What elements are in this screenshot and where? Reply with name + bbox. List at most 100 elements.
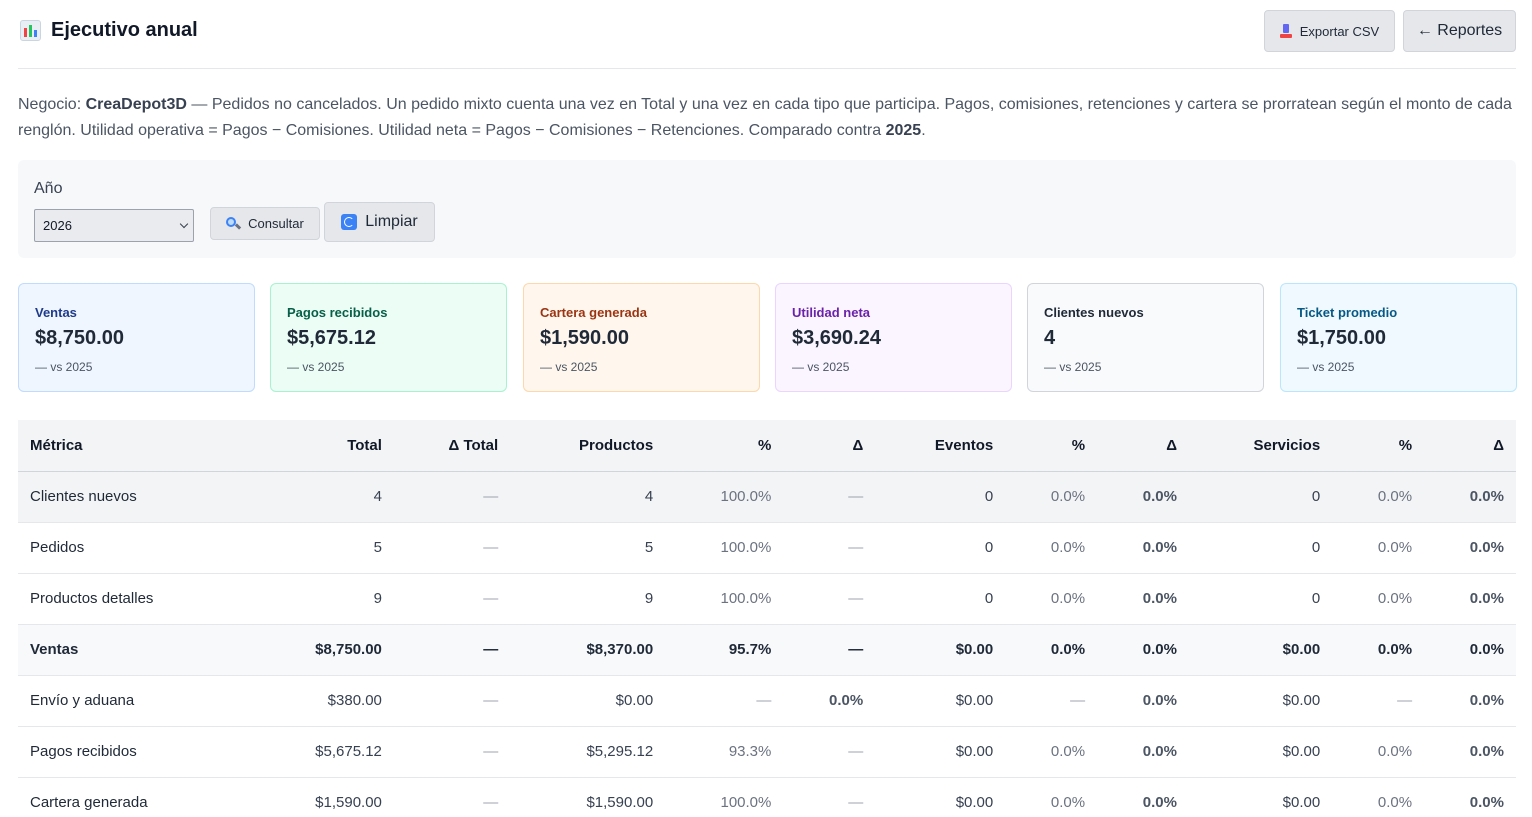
kpi-card-value: $1,750.00 bbox=[1297, 327, 1386, 349]
kpi-card-comparison: — vs 2025 bbox=[287, 360, 345, 374]
table-cell: Pedidos bbox=[18, 522, 251, 574]
table-cell: $380.00 bbox=[250, 675, 394, 727]
table-cell: $1,590.00 bbox=[510, 777, 666, 817]
table-cell: $0.00 bbox=[875, 675, 1006, 727]
table-cell: $0.00 bbox=[1188, 777, 1333, 817]
export-csv-button[interactable]: Exportar CSV bbox=[1264, 10, 1395, 52]
table-cell: $0.00 bbox=[1188, 726, 1333, 778]
description-text: — Pedidos no cancelados. Un pedido mixto… bbox=[18, 96, 1512, 139]
table-cell: 0.0% bbox=[1097, 624, 1189, 676]
table-cell: 0.0% bbox=[1424, 573, 1516, 625]
page-title: Ejecutivo anual bbox=[20, 19, 198, 42]
table-cell: Pagos recibidos bbox=[18, 726, 251, 778]
kpi-card-pagos-recibidos: Pagos recibidos $5,675.12 — vs 2025 bbox=[270, 283, 507, 392]
limpiar-label: Limpiar bbox=[365, 213, 418, 230]
consultar-button[interactable]: Consultar bbox=[210, 207, 320, 240]
table-cell: 5 bbox=[250, 522, 394, 574]
column-header: % bbox=[665, 420, 784, 472]
kpi-card-value: $3,690.24 bbox=[792, 327, 881, 349]
table-cell: Cartera generada bbox=[18, 777, 251, 817]
kpi-card-title: Clientes nuevos bbox=[1044, 305, 1144, 320]
table-cell: 95.7% bbox=[665, 624, 784, 676]
table-cell: 0.0% bbox=[1005, 624, 1098, 676]
table-cell: — bbox=[783, 624, 876, 676]
back-to-reportes-button[interactable]: ← Reportes bbox=[1403, 10, 1516, 52]
filter-panel: Año 2026 Consultar Limpiar bbox=[18, 160, 1516, 258]
table-cell: 0.0% bbox=[1424, 675, 1516, 727]
kpi-card-title: Ticket promedio bbox=[1297, 305, 1398, 320]
table-cell: — bbox=[393, 522, 511, 574]
table-cell: 0 bbox=[1188, 471, 1333, 523]
table-cell: 0.0% bbox=[1332, 624, 1425, 676]
table-cell: $0.00 bbox=[1188, 675, 1333, 727]
table-cell: Productos detalles bbox=[18, 573, 251, 625]
kpi-card-comparison: — vs 2025 bbox=[1297, 360, 1355, 374]
table-cell: $5,295.12 bbox=[510, 726, 666, 778]
limpiar-button[interactable]: Limpiar bbox=[324, 202, 435, 242]
kpi-card-ventas: Ventas $8,750.00 — vs 2025 bbox=[18, 283, 255, 392]
refresh-icon bbox=[341, 214, 358, 230]
table-cell: 0.0% bbox=[1097, 522, 1189, 574]
table-cell: 0 bbox=[1188, 573, 1333, 625]
table-cell: Ventas bbox=[18, 624, 251, 676]
metrics-table: Métrica Total Δ Total Productos% Δ Eventos% Δ S… bbox=[18, 420, 1516, 817]
description-prefix: Negocio: bbox=[18, 96, 86, 113]
table-cell: — bbox=[393, 471, 511, 523]
table-cell: $0.00 bbox=[875, 624, 1006, 676]
compare-year: 2025 bbox=[885, 122, 922, 139]
kpi-card-clientes-nuevos: Clientes nuevos 4 — vs 2025 bbox=[1027, 283, 1264, 392]
table-cell: 9 bbox=[510, 573, 666, 625]
table-cell: — bbox=[393, 675, 511, 727]
table-cell: — bbox=[1005, 675, 1098, 727]
kpi-cards: Ventas $8,750.00 — vs 2025 Pagos recibidos $… bbox=[18, 283, 1517, 392]
table-cell: 0 bbox=[875, 522, 1006, 574]
table-cell: $0.00 bbox=[1188, 624, 1333, 676]
metrics-table-container: Métrica Total Δ Total Productos% Δ Eventos% Δ S… bbox=[18, 420, 1516, 817]
table-cell: 0.0% bbox=[1097, 777, 1189, 817]
column-header: Δ Total bbox=[393, 420, 511, 472]
consultar-label: Consultar bbox=[248, 216, 304, 231]
table-header-row: Métrica Total Δ Total Productos% Δ Eventos% Δ S… bbox=[18, 420, 1516, 472]
table-cell: 4 bbox=[250, 471, 394, 523]
table-cell: 93.3% bbox=[665, 726, 784, 778]
table-cell: $8,370.00 bbox=[510, 624, 666, 676]
table-cell: 100.0% bbox=[665, 573, 784, 625]
table-cell: $5,675.12 bbox=[250, 726, 394, 778]
kpi-card-ticket-promedio: Ticket promedio $1,750.00 — vs 2025 bbox=[1280, 283, 1517, 392]
table-cell: 0 bbox=[875, 471, 1006, 523]
table-cell: $0.00 bbox=[510, 675, 666, 727]
table-cell: 9 bbox=[250, 573, 394, 625]
table-cell: 0.0% bbox=[1332, 777, 1425, 817]
table-cell: 0 bbox=[875, 573, 1006, 625]
table-cell: 0.0% bbox=[1005, 777, 1098, 817]
kpi-card-comparison: — vs 2025 bbox=[792, 360, 850, 374]
table-cell: 0.0% bbox=[783, 675, 876, 727]
year-select[interactable]: 2026 bbox=[34, 209, 194, 242]
table-cell: — bbox=[393, 573, 511, 625]
table-cell: 100.0% bbox=[665, 471, 784, 523]
table-cell: — bbox=[665, 675, 784, 727]
kpi-card-value: $8,750.00 bbox=[35, 327, 124, 349]
column-header: % bbox=[1332, 420, 1425, 472]
bar-chart-icon bbox=[20, 20, 41, 41]
table-cell: — bbox=[393, 624, 511, 676]
table-row: Pagos recibidos $5,675.12— $5,295.12 93.3% —… bbox=[18, 726, 1516, 778]
kpi-card-title: Ventas bbox=[35, 305, 77, 320]
report-description: Negocio: CreaDepot3D — Pedidos no cancel… bbox=[18, 92, 1516, 144]
export-csv-label: Exportar CSV bbox=[1299, 23, 1380, 39]
table-cell: Clientes nuevos bbox=[18, 471, 251, 523]
column-header: % bbox=[1005, 420, 1098, 472]
download-icon bbox=[1279, 24, 1292, 38]
year-select-value: 2026 bbox=[43, 218, 72, 233]
table-row: Productos detalles 9—9 100.0% —0 0.0% 0.0% 0 0.… bbox=[18, 573, 1516, 625]
table-cell: 100.0% bbox=[665, 777, 784, 817]
page-header: Ejecutivo anual Exportar CSV ← Reportes bbox=[18, 0, 1516, 69]
table-cell: 0.0% bbox=[1332, 726, 1425, 778]
table-row: Clientes nuevos 4—4 100.0% —0 0.0% 0.0% 0 0.0% 0… bbox=[18, 471, 1516, 523]
table-cell: 0.0% bbox=[1424, 471, 1516, 523]
back-to-reportes-label: ← Reportes bbox=[1416, 22, 1503, 39]
column-header: Δ bbox=[783, 420, 876, 472]
table-cell: 0.0% bbox=[1332, 522, 1425, 574]
page-title-text: Ejecutivo anual bbox=[51, 19, 198, 41]
table-cell: 0.0% bbox=[1097, 675, 1189, 727]
